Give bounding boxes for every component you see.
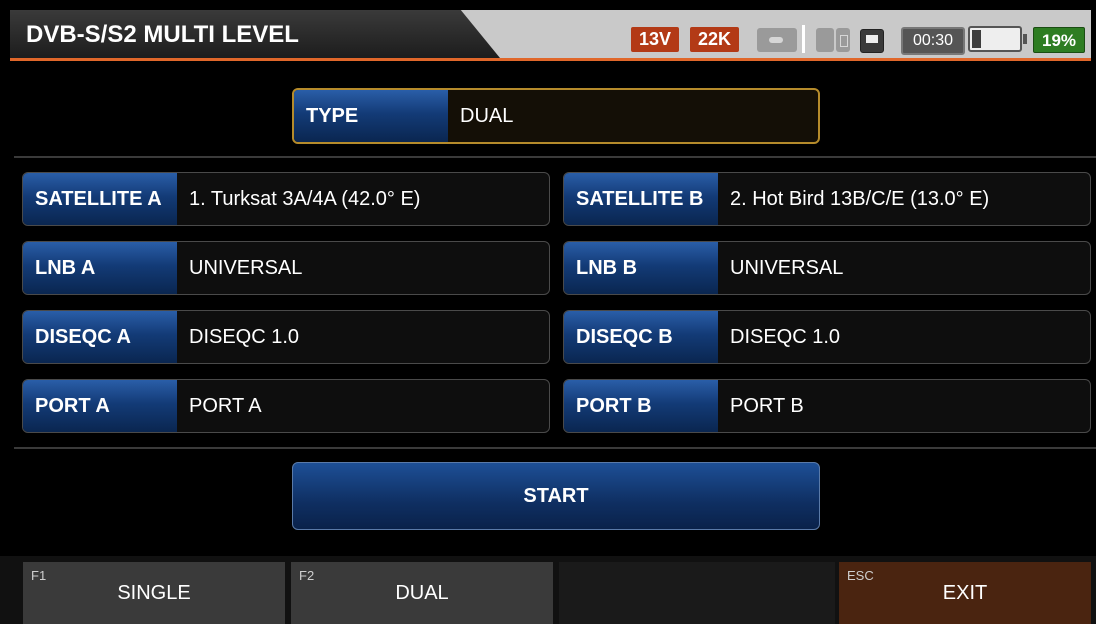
f1-key-label: F1 — [31, 568, 47, 583]
tone-badge: 22K — [690, 27, 740, 52]
f1-single-button[interactable]: F1 SINGLE — [23, 562, 285, 624]
diseqc-a-label: DISEQC A — [23, 311, 177, 363]
battery-fill — [972, 30, 981, 48]
f2-dual-button[interactable]: F2 DUAL — [291, 562, 553, 624]
battery-tip — [1023, 34, 1027, 44]
diseqc-b-field[interactable]: DISEQC B DISEQC 1.0 — [563, 310, 1091, 364]
page-title: DVB-S/S2 MULTI LEVEL — [26, 21, 299, 48]
battery-icon — [968, 26, 1022, 52]
port-b-field[interactable]: PORT B PORT B — [563, 379, 1091, 433]
lnb-b-field[interactable]: LNB B UNIVERSAL — [563, 241, 1091, 295]
f2-key-label: F2 — [299, 568, 315, 583]
lnb-a-value: UNIVERSAL — [189, 256, 303, 279]
diseqc-b-value: DISEQC 1.0 — [730, 325, 841, 348]
divider-top — [14, 156, 1096, 158]
esc-exit-button[interactable]: ESC EXIT — [839, 562, 1091, 624]
type-selector[interactable]: TYPE DUAL — [292, 88, 820, 144]
lnb-a-label: LNB A — [23, 242, 177, 294]
port-a-value: PORT A — [189, 394, 262, 417]
diseqc-b-label: DISEQC B — [564, 311, 718, 363]
type-value: DUAL — [460, 104, 514, 127]
esc-key-label: ESC — [847, 568, 874, 583]
usb-icon — [757, 28, 797, 52]
port-b-label: PORT B — [564, 380, 718, 432]
diseqc-a-value: DISEQC 1.0 — [189, 325, 300, 348]
type-label: TYPE — [294, 90, 448, 142]
f2-action-label: DUAL — [395, 582, 449, 604]
voltage-badge: 13V — [631, 27, 680, 52]
ethernet-icon — [860, 29, 884, 53]
satellite-a-field[interactable]: SATELLITE A 1. Turksat 3A/4A (42.0° E) — [22, 172, 550, 226]
start-button[interactable]: START — [292, 462, 820, 530]
clock: 00:30 — [901, 27, 965, 55]
port-a-label: PORT A — [23, 380, 177, 432]
diseqc-a-field[interactable]: DISEQC A DISEQC 1.0 — [22, 310, 550, 364]
lnb-a-field[interactable]: LNB A UNIVERSAL — [22, 241, 550, 295]
esc-action-label: EXIT — [942, 582, 988, 604]
port-b-value: PORT B — [730, 394, 804, 417]
sd-card-icon — [816, 28, 834, 52]
satellite-a-label: SATELLITE A — [23, 173, 177, 225]
satellite-b-field[interactable]: SATELLITE B 2. Hot Bird 13B/C/E (13.0° E… — [563, 172, 1091, 226]
divider-bottom — [14, 447, 1096, 449]
battery-percent: 19% — [1033, 27, 1085, 53]
divider — [802, 25, 805, 53]
lnb-b-value: UNIVERSAL — [730, 256, 844, 279]
f1-action-label: SINGLE — [117, 582, 191, 604]
empty-function-slot — [559, 562, 835, 624]
lnb-b-label: LNB B — [564, 242, 718, 294]
satellite-b-value: 2. Hot Bird 13B/C/E (13.0° E) — [730, 187, 990, 210]
title-bar: DVB-S/S2 MULTI LEVEL 13V 22K 00:30 19% — [10, 10, 1091, 61]
satellite-b-label: SATELLITE B — [564, 173, 718, 225]
satellite-a-value: 1. Turksat 3A/4A (42.0° E) — [189, 187, 421, 210]
port-a-field[interactable]: PORT A PORT A — [22, 379, 550, 433]
sd-card-slot — [836, 28, 850, 52]
